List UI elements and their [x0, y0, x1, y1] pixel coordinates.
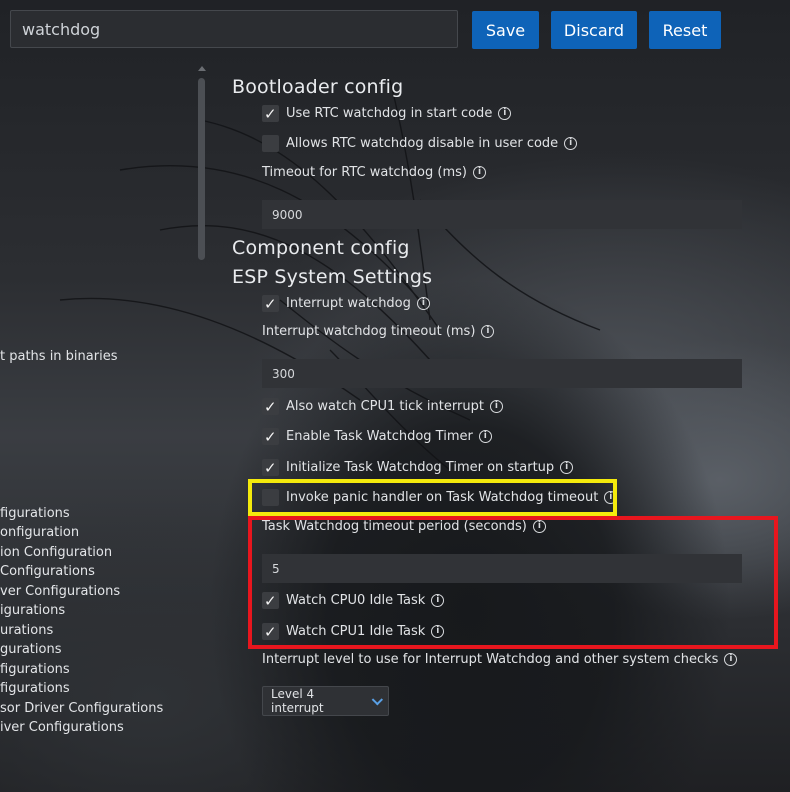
interrupt-level-label: Interrupt level to use for Interrupt Wat… — [262, 652, 738, 667]
interrupt-watchdog-checkbox[interactable] — [262, 294, 279, 313]
bootloader-heading: Bootloader config — [232, 76, 404, 98]
init-task-wdt-checkbox[interactable] — [262, 458, 279, 477]
int-wdt-timeout-label: Interrupt watchdog timeout (ms) i — [262, 324, 495, 339]
use-rtc-watchdog-label: Use RTC watchdog in start code — [286, 105, 493, 121]
chevron-down-icon — [372, 694, 384, 706]
interrupt-level-select[interactable]: Level 4 interrupt — [262, 686, 389, 716]
sidebar-item[interactable]: Configurations — [0, 564, 95, 579]
info-icon[interactable]: i — [560, 460, 574, 474]
component-config-heading: Component config — [232, 237, 410, 259]
info-icon[interactable]: i — [489, 399, 503, 413]
init-task-wdt-label: Initialize Task Watchdog Timer on startu… — [286, 459, 555, 475]
sidebar-item[interactable]: ver Configurations — [0, 584, 120, 599]
sidebar-item[interactable]: figurations — [0, 681, 70, 696]
sidebar-item[interactable]: onfiguration — [0, 525, 79, 540]
interrupt-level-label-text: Interrupt level to use for Interrupt Wat… — [262, 652, 719, 667]
sidebar-scrollbar[interactable] — [196, 64, 208, 260]
init-task-wdt-row[interactable]: Initialize Task Watchdog Timer on startu… — [262, 456, 574, 478]
use-rtc-watchdog-checkbox[interactable] — [262, 104, 279, 123]
interrupt-level-value: Level 4 interrupt — [271, 687, 324, 715]
sidebar-item[interactable]: iver Configurations — [0, 720, 124, 735]
discard-button[interactable]: Discard — [551, 11, 637, 49]
info-icon[interactable]: i — [498, 106, 512, 120]
interrupt-watchdog-row[interactable]: Interrupt watchdog i — [262, 292, 430, 314]
scroll-up-arrow-icon[interactable] — [198, 66, 206, 71]
search-input[interactable] — [10, 10, 458, 48]
watch-cpu1-tick-checkbox[interactable] — [262, 397, 279, 416]
sidebar-item[interactable]: t paths in binaries — [0, 349, 117, 364]
info-icon[interactable]: i — [478, 429, 492, 443]
enable-task-wdt-row[interactable]: Enable Task Watchdog Timer i — [262, 425, 492, 447]
allow-rtc-disable-checkbox[interactable] — [262, 134, 279, 152]
sidebar-item[interactable]: figurations — [0, 662, 70, 677]
sidebar-item[interactable]: igurations — [0, 603, 65, 618]
reset-button[interactable]: Reset — [649, 11, 721, 49]
sidebar-item[interactable]: figurations — [0, 506, 70, 521]
sidebar-item[interactable]: gurations — [0, 642, 61, 657]
yellow-highlight-box — [248, 479, 617, 516]
sidebar-item[interactable]: sor Driver Configurations — [0, 701, 163, 716]
watch-cpu1-tick-label: Also watch CPU1 tick interrupt — [286, 398, 484, 414]
scroll-thumb[interactable] — [198, 78, 205, 260]
save-button[interactable]: Save — [472, 11, 539, 49]
use-rtc-watchdog-row[interactable]: Use RTC watchdog in start code i — [262, 102, 512, 124]
int-wdt-timeout-input[interactable] — [262, 359, 742, 388]
int-wdt-timeout-label-text: Interrupt watchdog timeout (ms) — [262, 324, 476, 339]
info-icon[interactable]: i — [472, 166, 486, 179]
info-icon[interactable]: i — [724, 653, 738, 666]
info-icon[interactable]: i — [481, 325, 495, 338]
enable-task-wdt-checkbox[interactable] — [262, 427, 279, 446]
watch-cpu1-tick-row[interactable]: Also watch CPU1 tick interrupt i — [262, 395, 503, 417]
interrupt-watchdog-label: Interrupt watchdog — [286, 295, 411, 311]
allow-rtc-disable-row[interactable]: Allows RTC watchdog disable in user code… — [262, 132, 578, 154]
rtc-timeout-input[interactable] — [262, 200, 742, 229]
allow-rtc-disable-label: Allows RTC watchdog disable in user code — [286, 135, 559, 151]
red-highlight-box — [248, 516, 778, 649]
info-icon[interactable]: i — [564, 136, 578, 150]
enable-task-wdt-label: Enable Task Watchdog Timer — [286, 428, 473, 444]
sidebar-item[interactable]: ion Configuration — [0, 545, 112, 560]
rtc-timeout-label: Timeout for RTC watchdog (ms) i — [262, 165, 486, 180]
sidebar-item[interactable]: urations — [0, 623, 53, 638]
info-icon[interactable]: i — [416, 296, 430, 310]
esp-system-heading: ESP System Settings — [232, 266, 433, 288]
rtc-timeout-label-text: Timeout for RTC watchdog (ms) — [262, 165, 467, 180]
